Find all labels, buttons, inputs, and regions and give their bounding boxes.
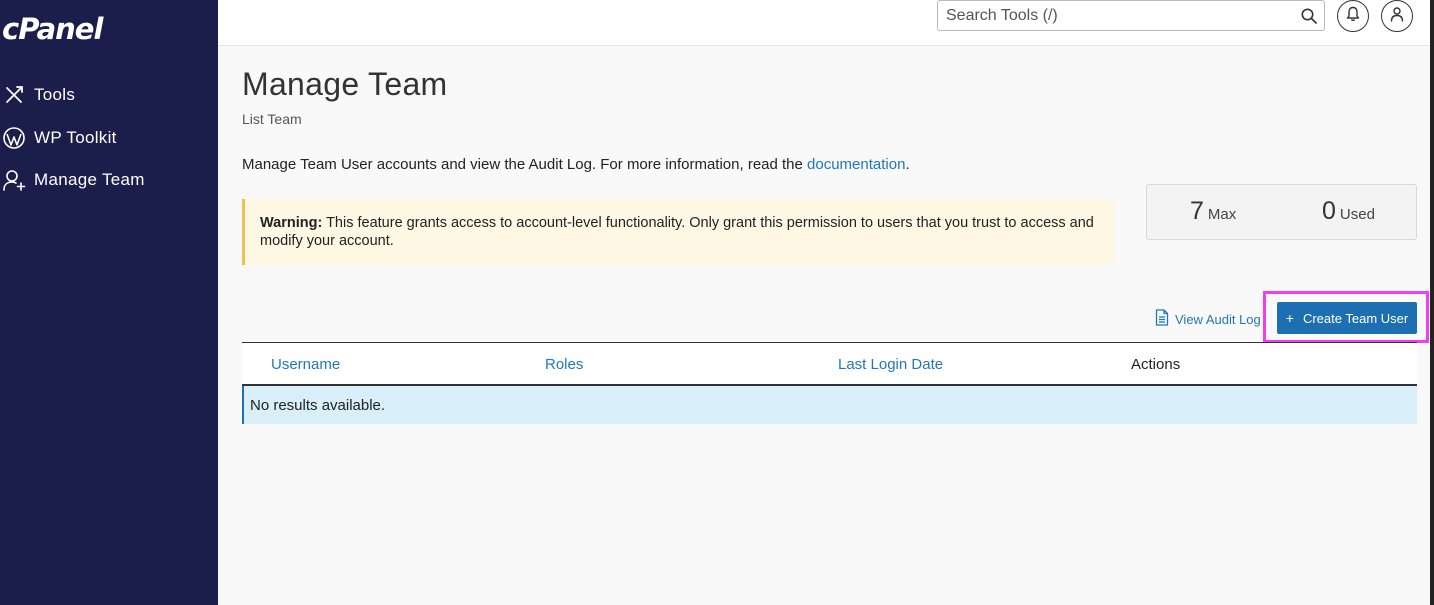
page-title: Manage Team <box>242 66 448 102</box>
team-user-stats: 7 Max 0 Used <box>1146 184 1417 240</box>
search-box[interactable] <box>937 0 1325 31</box>
table-header: Username Roles Last Login Date Actions <box>242 342 1417 386</box>
sidebar-item-wp-toolkit[interactable]: WP Toolkit <box>0 123 117 153</box>
top-header <box>218 0 1434 46</box>
column-roles[interactable]: Roles <box>545 356 583 373</box>
search-input[interactable] <box>938 1 1288 30</box>
search-icon[interactable] <box>1300 7 1318 25</box>
max-stat: 7 Max <box>1190 197 1236 226</box>
warning-label: Warning: <box>260 215 323 231</box>
view-audit-log-link[interactable]: View Audit Log <box>1155 309 1261 329</box>
intro-text-body: Manage Team User accounts and view the A… <box>242 156 808 173</box>
empty-message: No results available. <box>250 396 386 414</box>
notifications-button[interactable] <box>1337 0 1369 32</box>
documentation-link[interactable]: documentation <box>807 156 905 173</box>
sidebar-item-label: Tools <box>34 85 76 104</box>
plus-icon: + <box>1285 310 1294 326</box>
max-label: Max <box>1207 206 1237 223</box>
intro-text-end: . <box>905 156 910 173</box>
document-icon <box>1155 309 1175 329</box>
empty-results-row: No results available. <box>242 386 1417 424</box>
view-audit-log-label: View Audit Log <box>1175 311 1261 327</box>
used-stat: 0 Used <box>1322 197 1375 226</box>
page-subtitle: List Team <box>242 111 302 127</box>
user-menu-button[interactable] <box>1381 0 1413 32</box>
warning-text: This feature grants access to account-le… <box>260 215 1094 249</box>
sidebar-item-tools[interactable]: Tools <box>0 80 75 110</box>
cpanel-logo[interactable]: cPanel <box>2 12 103 46</box>
column-username[interactable]: Username <box>271 356 340 373</box>
warning-callout: Warning: This feature grants access to a… <box>242 199 1115 265</box>
sidebar-item-label: Manage Team <box>34 170 145 189</box>
column-last-login-date[interactable]: Last Login Date <box>838 356 943 373</box>
sidebar: cPanel Tools WP Toolkit Manage Team <box>0 0 218 605</box>
sidebar-item-label: WP Toolkit <box>34 128 117 147</box>
intro-text: Manage Team User accounts and view the A… <box>242 156 910 173</box>
used-value: 0 <box>1322 197 1336 225</box>
create-team-user-label: Create Team User <box>1302 310 1409 326</box>
window-edge <box>1430 0 1434 605</box>
used-label: Used <box>1339 206 1375 223</box>
max-value: 7 <box>1190 197 1204 225</box>
sidebar-item-manage-team[interactable]: Manage Team <box>0 165 145 195</box>
tools-icon <box>2 83 26 107</box>
column-actions: Actions <box>1131 356 1181 373</box>
create-team-user-button[interactable]: + Create Team User <box>1277 302 1417 334</box>
user-icon <box>1390 6 1404 27</box>
team-users-table: Username Roles Last Login Date Actions N… <box>242 342 1417 424</box>
wordpress-icon <box>2 126 26 150</box>
manage-team-icon <box>2 168 26 192</box>
bell-icon <box>1346 6 1360 27</box>
